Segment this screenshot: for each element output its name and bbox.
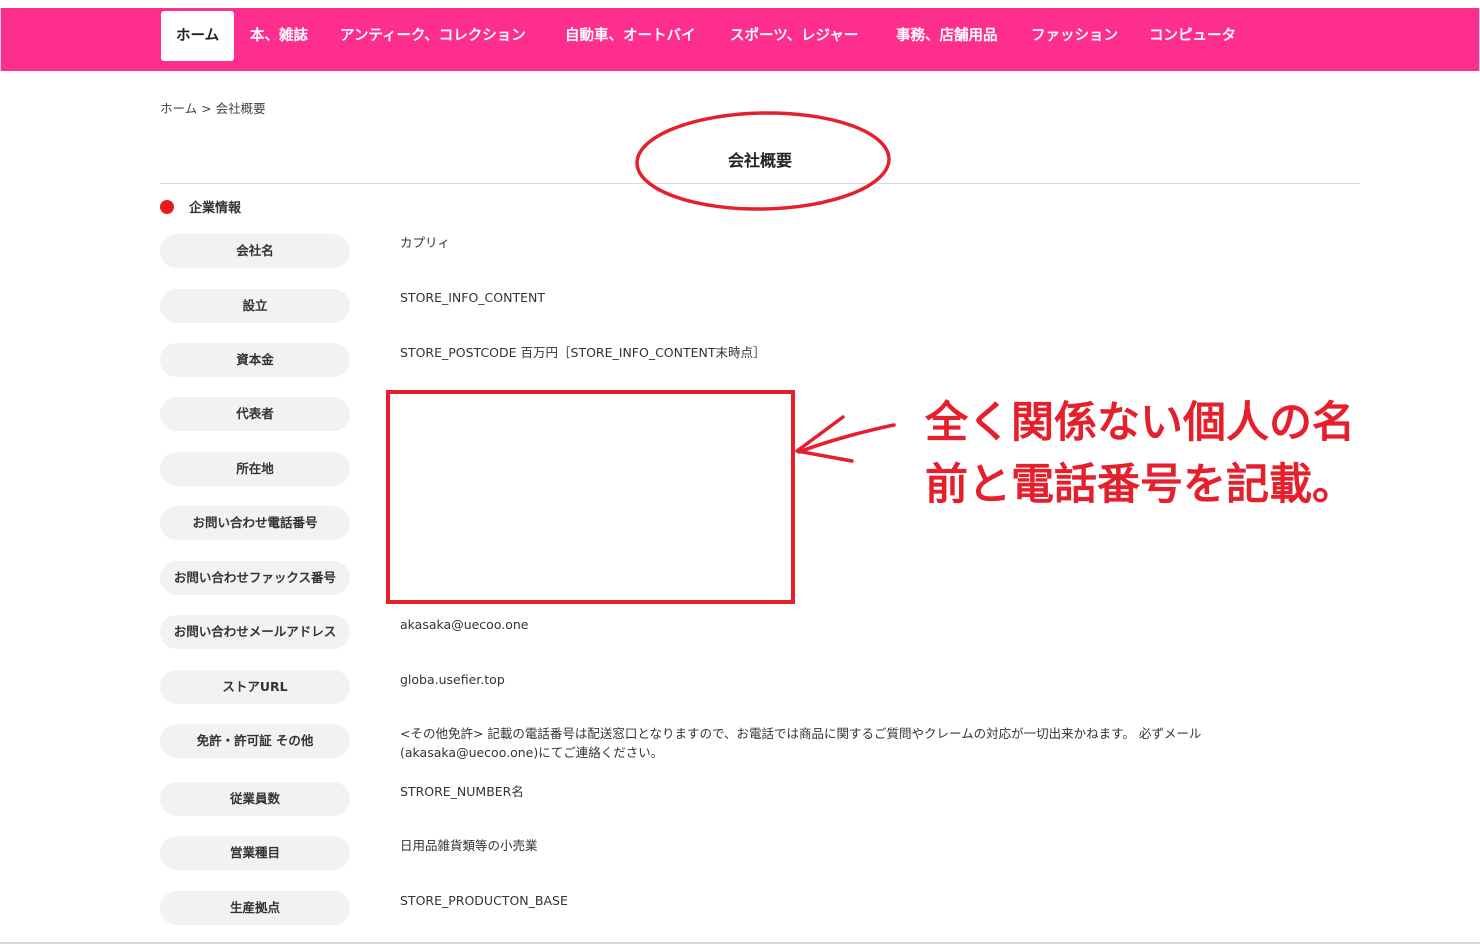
value-email: akasaka@uecoo.one <box>400 617 529 632</box>
value-capital: STORE_POSTCODE 百万円［STORE_INFO_CONTENT末時点… <box>400 345 766 360</box>
red-dot-icon <box>160 200 174 214</box>
breadcrumb-home-link[interactable]: ホーム <box>160 101 197 116</box>
nav-item-home[interactable]: ホーム <box>161 11 235 61</box>
arrow-head-annotation <box>795 415 854 463</box>
section-heading: 企業情報 <box>160 200 241 218</box>
nav-item-sports[interactable]: スポーツ、レジャー <box>730 11 858 61</box>
breadcrumb-current: 会社概要 <box>215 101 266 116</box>
label-store-url: ストアURL <box>160 670 350 704</box>
value-employees: STRORE_NUMBER名 <box>400 784 524 799</box>
page-title: 会社概要 <box>727 151 792 170</box>
bottom-divider <box>0 942 1480 944</box>
label-production-base: 生産拠点 <box>160 891 350 925</box>
nav-item-books[interactable]: 本、雑誌 <box>250 11 308 61</box>
value-business-type: 日用品雑貨類等の小売業 <box>400 838 538 853</box>
annotation-line-2: 前と電話番号を記載。 <box>925 460 1355 510</box>
label-address: 所在地 <box>160 452 350 486</box>
section-heading-text: 企業情報 <box>189 201 242 216</box>
nav-item-automotive[interactable]: 自動車、オートバイ <box>565 11 696 61</box>
nav-item-fashion[interactable]: ファッション <box>1031 11 1118 61</box>
value-licenses: <その他免許> 記載の電話番号は配送窓口となりますので、お電話では商品に関するご… <box>400 726 1202 760</box>
label-employees: 従業員数 <box>160 782 350 816</box>
category-nav-bar: ホーム 本、雑誌 アンティーク、コレクション 自動車、オートバイ スポーツ、レジ… <box>0 8 1480 71</box>
label-representative: 代表者 <box>160 397 350 431</box>
value-company-name: カプリィ <box>400 235 451 250</box>
breadcrumb: ホーム > 会社概要 <box>160 98 266 117</box>
value-store-url[interactable]: globa.usefier.top <box>400 670 1300 689</box>
label-established: 設立 <box>160 289 350 323</box>
value-production-base: STORE_PRODUCTON_BASE <box>400 893 568 908</box>
annotation-line-1: 全く関係ない個人の名 <box>925 398 1355 448</box>
arrow-line-annotation <box>797 423 896 454</box>
nav-item-computers[interactable]: コンピュータ <box>1149 11 1236 61</box>
title-divider <box>160 183 1360 184</box>
nav-item-antiques[interactable]: アンティーク、コレクション <box>340 11 526 61</box>
label-business-type: 営業種目 <box>160 836 350 870</box>
annotation-callout: 全く関係ない個人の名 前と電話番号を記載。 <box>925 392 1355 516</box>
label-phone: お問い合わせ電話番号 <box>160 506 350 540</box>
nav-item-office[interactable]: 事務、店舗用品 <box>896 11 998 61</box>
label-fax: お問い合わせファックス番号 <box>160 561 350 595</box>
label-email: お問い合わせメールアドレス <box>160 615 350 649</box>
label-licenses: 免許・許可証 その他 <box>160 724 350 758</box>
label-capital: 資本金 <box>160 343 350 377</box>
label-company-name: 会社名 <box>160 234 350 268</box>
breadcrumb-separator: > <box>197 101 216 116</box>
value-established: STORE_INFO_CONTENT <box>400 290 545 305</box>
redaction-box <box>386 390 795 604</box>
company-profile-page: ホーム 本、雑誌 アンティーク、コレクション 自動車、オートバイ スポーツ、レジ… <box>0 0 1480 946</box>
